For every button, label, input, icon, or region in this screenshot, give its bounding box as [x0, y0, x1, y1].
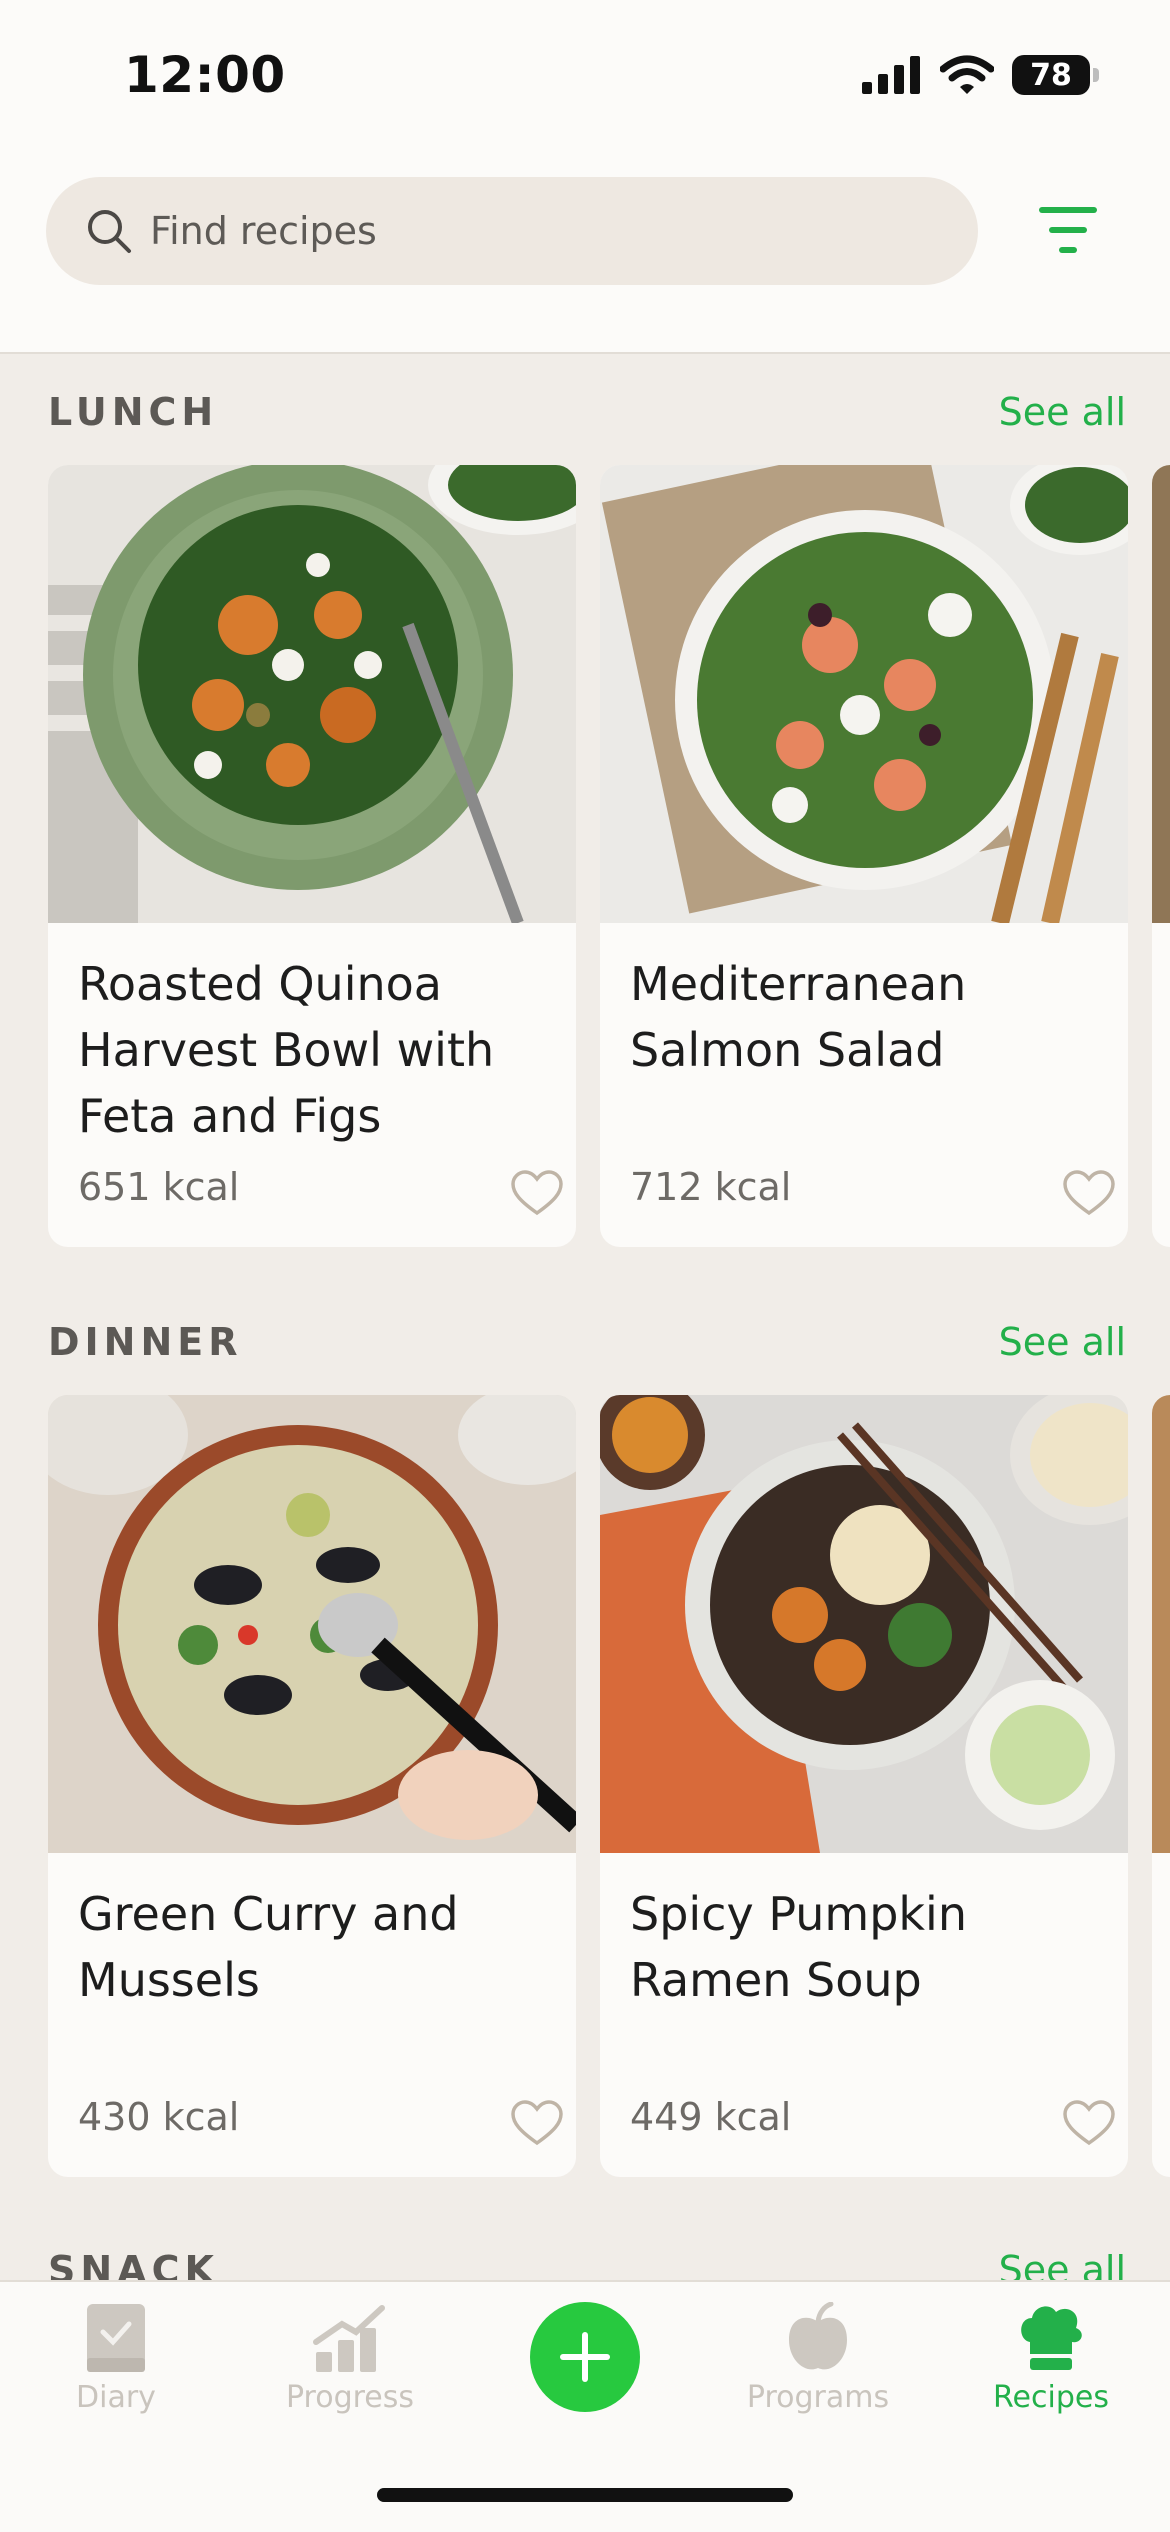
recipe-card[interactable]: Green Curry and Mussels 430 kcal: [48, 1395, 576, 2177]
add-button[interactable]: [530, 2302, 640, 2412]
see-all-dinner-link[interactable]: See all: [999, 1320, 1126, 1364]
search-icon: [88, 210, 131, 253]
recipe-card[interactable]: Roasted Quinoa Harvest Bowl with Feta an…: [48, 465, 576, 1247]
see-all-lunch-link[interactable]: See all: [999, 390, 1126, 434]
tab-label: Programs: [746, 2380, 890, 2415]
signal-icon: [862, 56, 920, 94]
recipe-kcal: 651 kcal: [78, 1165, 240, 1209]
filter-icon: [1039, 207, 1097, 253]
recipe-title: Roasted Quinoa Harvest Bowl with Feta an…: [78, 957, 495, 1143]
recipe-title: Spicy Pumpkin Ramen Soup: [630, 1887, 967, 2007]
recipe-kcal: 449 kcal: [630, 2095, 792, 2139]
recipe-title: Green Curry and Mussels: [78, 1887, 459, 2007]
status-time: 12:00: [124, 46, 286, 104]
recipe-title: Mediterranean Salmon Salad: [630, 957, 967, 1077]
next-card-peek[interactable]: [1152, 465, 1170, 1247]
tab-label: Recipes: [993, 2380, 1109, 2415]
plus-icon: [560, 2332, 610, 2382]
heart-icon[interactable]: [1062, 1169, 1116, 1217]
mussels-curry-photo: [48, 1395, 576, 1853]
section-title-lunch: LUNCH: [48, 390, 219, 434]
tab-diary[interactable]: Diary: [16, 2302, 216, 2415]
search-input[interactable]: Find recipes: [46, 177, 978, 285]
diary-icon: [87, 2304, 145, 2372]
recipe-card[interactable]: Mediterranean Salmon Salad 712 kcal: [600, 465, 1128, 1247]
filter-button[interactable]: [1036, 200, 1100, 260]
pumpkin-ramen-photo: [600, 1395, 1128, 1853]
wifi-icon: [940, 55, 994, 94]
tab-programs[interactable]: Programs: [718, 2302, 918, 2415]
chef-hat-icon: [1021, 2306, 1082, 2370]
search-placeholder: Find recipes: [150, 209, 377, 253]
heart-icon[interactable]: [510, 2099, 564, 2147]
section-title-dinner: DINNER: [48, 1320, 243, 1364]
recipe-kcal: 430 kcal: [78, 2095, 240, 2139]
battery-icon: 78: [1012, 55, 1099, 95]
tab-label: Diary: [76, 2380, 156, 2415]
recipe-card[interactable]: Spicy Pumpkin Ramen Soup 449 kcal: [600, 1395, 1128, 2177]
quinoa-bowl-photo: [48, 465, 576, 923]
heart-icon[interactable]: [1062, 2099, 1116, 2147]
progress-chart-icon: [313, 2305, 385, 2372]
header: 12:00 78 Find recipes: [0, 0, 1170, 354]
battery-level: 78: [1030, 57, 1072, 93]
salmon-salad-photo: [600, 465, 1128, 923]
recipe-kcal: 712 kcal: [630, 1165, 792, 1209]
heart-icon[interactable]: [510, 1169, 564, 1217]
status-icons: 78: [862, 55, 1099, 95]
apple-icon: [789, 2302, 847, 2370]
tab-recipes[interactable]: Recipes: [951, 2302, 1151, 2415]
home-indicator: [377, 2488, 793, 2502]
tab-label: Progress: [285, 2380, 415, 2415]
tab-progress[interactable]: Progress: [250, 2302, 450, 2415]
next-card-peek[interactable]: [1152, 1395, 1170, 2177]
